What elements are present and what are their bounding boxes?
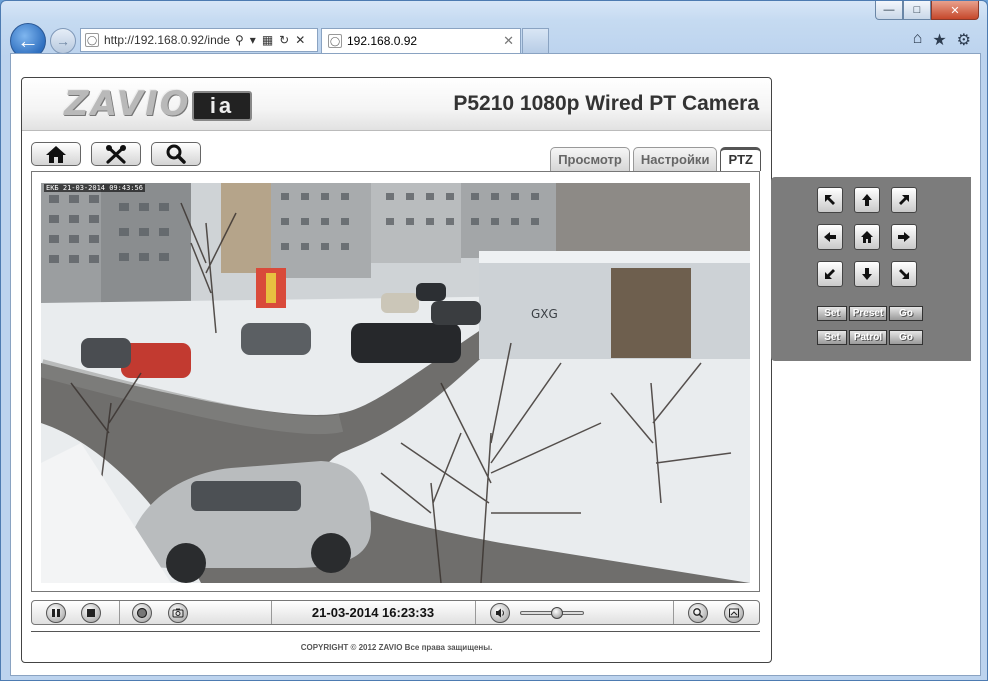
dropdown-icon[interactable]: ▾ — [250, 33, 256, 47]
url-text[interactable]: http://192.168.0.92/inde — [104, 33, 232, 47]
page-tabs: Просмотр Настройки PTZ — [550, 147, 761, 171]
arrow-up-icon — [862, 194, 872, 206]
arrow-up-right-icon — [899, 195, 909, 205]
arrow-up-left-icon — [825, 195, 835, 205]
maximize-button[interactable]: □ — [903, 1, 931, 20]
stop-button[interactable] — [81, 603, 101, 623]
arrow-right-icon — [898, 232, 910, 242]
gear-icon[interactable]: ⚙ — [957, 30, 971, 50]
graffiti: GXG — [531, 307, 558, 321]
pause-button[interactable] — [46, 603, 66, 623]
browser-tab[interactable]: ◯ 192.168.0.92 ✕ — [321, 28, 521, 53]
video-control-bar: 21-03-2014 16:23:33 — [31, 600, 760, 625]
arrow-down-left-icon — [825, 269, 835, 279]
stop-icon[interactable]: ✕ — [295, 33, 305, 47]
record-button[interactable] — [132, 603, 152, 623]
audio-button[interactable] — [490, 603, 510, 623]
ptz-down-button[interactable] — [854, 261, 880, 287]
preset-label: Preset — [849, 306, 887, 321]
record-icon — [136, 607, 148, 619]
window-controls: — □ ✕ — [875, 1, 979, 20]
ptz-up-right-button[interactable] — [891, 187, 917, 213]
forward-button[interactable]: → — [50, 28, 76, 54]
home-icon[interactable]: ⌂ — [913, 30, 923, 50]
tab-ptz[interactable]: PTZ — [720, 147, 761, 171]
page-viewport: ZAVIO ia P5210 1080p Wired PT Camera Про… — [10, 53, 981, 676]
preset-set-button[interactable]: Set — [817, 306, 847, 321]
tools-icon — [106, 145, 126, 164]
home-button[interactable] — [31, 142, 81, 166]
patrol-go-button[interactable]: Go — [889, 330, 923, 345]
snapshot-button[interactable] — [168, 603, 188, 623]
ptz-down-right-button[interactable] — [891, 261, 917, 287]
close-window-button[interactable]: ✕ — [931, 1, 979, 20]
camera-title: P5210 1080p Wired PT Camera — [453, 92, 759, 115]
separator — [475, 601, 476, 624]
pause-icon — [52, 609, 60, 617]
ptz-up-left-button[interactable] — [817, 187, 843, 213]
arrow-down-right-icon — [899, 269, 909, 279]
favorites-star-icon[interactable]: ★ — [932, 30, 946, 50]
copyright-text: COPYRIGHT © 2012 ZAVIO Все права защищен… — [300, 643, 493, 652]
ia-badge: ia — [192, 91, 252, 121]
ptz-right-button[interactable] — [891, 224, 917, 250]
tab-view[interactable]: Просмотр — [550, 147, 630, 171]
refresh-icon[interactable]: ↻ — [279, 33, 289, 47]
fullscreen-button[interactable] — [724, 603, 744, 623]
tab-page-icon: ◯ — [328, 34, 342, 48]
footer-divider — [31, 631, 760, 632]
stop-icon — [87, 609, 95, 617]
minimize-button[interactable]: — — [875, 1, 903, 20]
search-icon — [166, 144, 186, 164]
zoom-icon — [693, 608, 704, 619]
volume-slider-knob[interactable] — [551, 607, 563, 619]
camera-panel: ZAVIO ia P5210 1080p Wired PT Camera Про… — [21, 77, 772, 663]
patrol-set-button[interactable]: Set — [817, 330, 847, 345]
live-video[interactable]: GXG ЕКБ 21-03-2014 09:43:56 — [41, 183, 750, 583]
camera-header: ZAVIO ia P5210 1080p Wired PT Camera — [22, 78, 771, 131]
settings-button[interactable] — [91, 142, 141, 166]
ptz-up-button[interactable] — [854, 187, 880, 213]
separator — [119, 601, 120, 624]
ptz-panel: Set Preset Go Set Patrol Go — [771, 177, 971, 361]
compat-view-icon[interactable]: ▦ — [262, 33, 273, 47]
close-tab-icon[interactable]: ✕ — [503, 33, 514, 49]
fullscreen-icon — [729, 608, 739, 618]
ptz-down-left-button[interactable] — [817, 261, 843, 287]
patrol-label: Patrol — [849, 330, 887, 345]
home-icon — [861, 231, 873, 243]
address-bar[interactable]: ◯ http://192.168.0.92/inde ⚲ ▾ ▦ ↻ ✕ — [80, 28, 318, 52]
camera-icon — [172, 608, 184, 618]
search-icon[interactable]: ⚲ — [235, 33, 244, 47]
video-timestamp-overlay: ЕКБ 21-03-2014 09:43:56 — [44, 184, 145, 192]
new-tab-button[interactable] — [522, 28, 549, 53]
search-button[interactable] — [151, 142, 201, 166]
page-icon: ◯ — [85, 33, 99, 47]
preset-go-button[interactable]: Go — [889, 306, 923, 321]
zavio-logo: ZAVIO — [64, 84, 191, 124]
arrow-down-icon — [862, 268, 872, 280]
volume-slider[interactable] — [520, 607, 584, 619]
tab-settings[interactable]: Настройки — [632, 147, 718, 171]
ptz-left-button[interactable] — [817, 224, 843, 250]
camera-scene: GXG — [41, 183, 750, 583]
video-frame: GXG ЕКБ 21-03-2014 09:43:56 — [31, 171, 760, 592]
separator — [673, 601, 674, 624]
browser-window: — □ ✕ ← → ◯ http://192.168.0.92/inde ⚲ ▾… — [0, 0, 988, 681]
home-icon — [46, 146, 66, 163]
speaker-icon — [496, 608, 504, 618]
tab-title: 192.168.0.92 — [347, 34, 418, 48]
arrow-left-icon — [824, 232, 836, 242]
ptz-home-button[interactable] — [854, 224, 880, 250]
zoom-button[interactable] — [688, 603, 708, 623]
current-datetime: 21-03-2014 16:23:33 — [311, 605, 435, 620]
